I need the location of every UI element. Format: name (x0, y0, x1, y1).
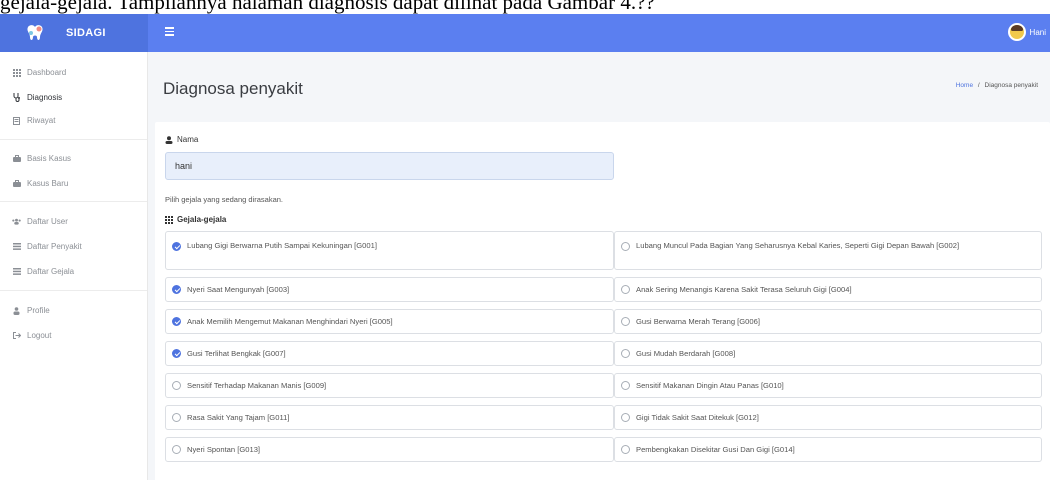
user-menu[interactable]: Hani (1007, 23, 1046, 41)
symptom-label: Lubang Gigi Berwarna Putih Sampai Kekuni… (187, 241, 377, 250)
symptom-option[interactable]: Lubang Gigi Berwarna Putih Sampai Kekuni… (165, 231, 614, 270)
symptom-label: Sensitif Makanan Dingin Atau Panas [G010… (636, 381, 784, 390)
symptom-option[interactable]: Pembengkakan Disekitar Gusi Dan Gigi [G0… (614, 437, 1042, 462)
symptom-checkbox[interactable] (172, 445, 181, 454)
sidebar-item-diagnosis[interactable]: Diagnosis (12, 93, 62, 102)
list-icon (12, 267, 21, 276)
breadcrumb-separator: / (977, 82, 980, 89)
users-icon (12, 217, 21, 226)
symptom-option[interactable]: Nyeri Saat Mengunyah [G003] (165, 277, 614, 302)
user-icon (165, 135, 173, 144)
main-content: Diagnosa penyakit Home / Diagnosa penyak… (148, 52, 1050, 480)
briefcase-icon (12, 154, 21, 163)
name-label: Nama (165, 135, 198, 144)
brand-name: SIDAGI (66, 27, 106, 39)
stethoscope-icon (12, 93, 21, 102)
symptom-label: Lubang Muncul Pada Bagian Yang Seharusny… (636, 241, 960, 250)
symptom-label: Anak Memilih Mengemut Makanan Menghindar… (187, 317, 393, 326)
symptom-checkbox[interactable] (621, 413, 630, 422)
symptom-label: Gusi Mudah Berdarah [G008] (636, 349, 736, 358)
symptom-label: Gigi Tidak Sakit Saat Ditekuk [G012] (636, 413, 759, 422)
tooth-logo-icon (27, 25, 43, 40)
symptom-option[interactable]: Sensitif Makanan Dingin Atau Panas [G010… (614, 373, 1042, 398)
symptom-checkbox[interactable] (621, 349, 630, 358)
symptom-option[interactable]: Gusi Terlihat Bengkak [G007] (165, 341, 614, 366)
symptoms-label: Gejala-gejala (165, 215, 226, 224)
symptom-label: Rasa Sakit Yang Tajam [G011] (187, 413, 290, 422)
sidebar-item-label: Basis Kasus (27, 154, 72, 163)
sidebar-item-daftar-penyakit[interactable]: Daftar Penyakit (12, 242, 82, 251)
symptom-checkbox[interactable] (621, 445, 630, 454)
symptom-checkbox[interactable] (621, 242, 630, 251)
briefcase-icon (12, 179, 21, 188)
breadcrumb-home-link[interactable]: Home (956, 82, 973, 89)
name-field[interactable]: hani (165, 152, 614, 180)
symptom-label: Gusi Berwarna Merah Terang [G006] (636, 317, 760, 326)
avatar[interactable] (1007, 23, 1026, 41)
logout-icon (12, 331, 21, 340)
symptom-checkbox[interactable] (172, 242, 181, 251)
sidebar-item-kasus-baru[interactable]: Kasus Baru (12, 179, 68, 188)
grid-icon (12, 68, 21, 77)
symptom-checkbox[interactable] (621, 285, 630, 294)
sidebar-item-label: Kasus Baru (27, 179, 69, 188)
sidebar-item-riwayat[interactable]: Riwayat (12, 116, 55, 125)
sidebar-item-label: Profile (27, 306, 50, 315)
symptom-option[interactable]: Gigi Tidak Sakit Saat Ditekuk [G012] (614, 405, 1042, 430)
user-name[interactable]: Hani (1030, 28, 1046, 37)
sidebar-item-label: Logout (27, 331, 52, 340)
symptom-option[interactable]: Gusi Berwarna Merah Terang [G006] (614, 309, 1042, 334)
sidebar-item-label: Dashboard (27, 68, 67, 77)
symptom-label: Sensitif Terhadap Makanan Manis [G009] (187, 381, 327, 390)
breadcrumb: Home / Diagnosa penyakit (956, 82, 1038, 89)
symptom-label: Pembengkakan Disekitar Gusi Dan Gigi [G0… (636, 445, 795, 454)
diagnosis-form-card: Nama hani Pilih gejala yang sedang diras… (155, 122, 1050, 480)
menu-toggle-icon[interactable] (165, 27, 175, 37)
symptom-option[interactable]: Anak Memilih Mengemut Makanan Menghindar… (165, 309, 614, 334)
sidebar-item-label: Diagnosis (27, 93, 63, 102)
symptom-checkbox[interactable] (621, 381, 630, 390)
symptom-label: Nyeri Spontan [G013] (187, 445, 261, 454)
symptom-checkbox[interactable] (172, 381, 181, 390)
grid-icon (165, 215, 173, 224)
sidebar-divider (0, 201, 147, 202)
page-title: Diagnosa penyakit (163, 79, 303, 98)
symptom-option[interactable]: Lubang Muncul Pada Bagian Yang Seharusny… (614, 231, 1042, 270)
sidebar: Dashboard Diagnosis Riwayat Basis Kasus … (0, 52, 148, 480)
sidebar-item-daftar-user[interactable]: Daftar User (12, 217, 68, 226)
sidebar-item-dashboard[interactable]: Dashboard (12, 68, 66, 77)
sidebar-item-logout[interactable]: Logout (12, 331, 51, 340)
sidebar-item-label: Daftar User (27, 217, 68, 226)
sidebar-item-label: Daftar Penyakit (27, 242, 82, 251)
symptom-checkbox[interactable] (172, 349, 181, 358)
symptom-label: Gusi Terlihat Bengkak [G007] (187, 349, 286, 358)
symptom-checkbox[interactable] (172, 317, 181, 326)
brand-bar[interactable]: SIDAGI (0, 14, 148, 52)
symptom-option[interactable]: Sensitif Terhadap Makanan Manis [G009] (165, 373, 614, 398)
symptom-label: Nyeri Saat Mengunyah [G003] (187, 285, 290, 294)
breadcrumb-current: Diagnosa penyakit (984, 82, 1038, 89)
sidebar-item-label: Riwayat (27, 116, 56, 125)
book-icon (12, 116, 21, 125)
top-navbar: Hani (148, 14, 1050, 52)
sidebar-item-basis-kasus[interactable]: Basis Kasus (12, 154, 71, 163)
symptom-option[interactable]: Rasa Sakit Yang Tajam [G011] (165, 405, 614, 430)
sidebar-divider (0, 139, 147, 140)
symptom-option[interactable]: Anak Sering Menangis Karena Sakit Terasa… (614, 277, 1042, 302)
symptom-label: Anak Sering Menangis Karena Sakit Terasa… (636, 285, 852, 294)
user-icon (12, 306, 21, 315)
sidebar-item-profile[interactable]: Profile (12, 306, 50, 315)
symptom-hint: Pilih gejala yang sedang dirasakan. (165, 195, 283, 204)
symptom-checkbox[interactable] (172, 285, 181, 294)
sidebar-item-label: Daftar Gejala (27, 267, 75, 276)
sidebar-divider (0, 290, 147, 291)
document-caption: gejala-gejala. Tampilannya halaman diagn… (0, 0, 1050, 14)
symptom-checkbox[interactable] (621, 317, 630, 326)
list-icon (12, 242, 21, 251)
symptom-checkbox[interactable] (172, 413, 181, 422)
symptom-option[interactable]: Gusi Mudah Berdarah [G008] (614, 341, 1042, 366)
sidebar-item-daftar-gejala[interactable]: Daftar Gejala (12, 267, 74, 276)
symptom-option[interactable]: Nyeri Spontan [G013] (165, 437, 614, 462)
